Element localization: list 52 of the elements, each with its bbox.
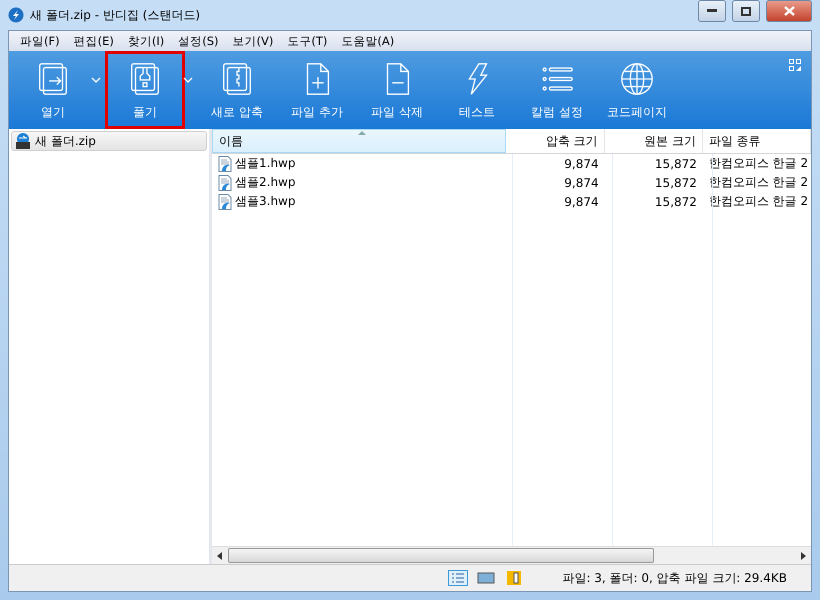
window-title: 새 폴더.zip - 반디집 (스탠더드)	[30, 6, 200, 24]
table-cell: 샘플1.hwp	[212, 154, 506, 173]
toolbar-button[interactable]: 칼럼 설정	[517, 51, 597, 129]
menu-item[interactable]: 파일(F)	[13, 34, 67, 48]
table-cell-text: 한컴오피스 한글 2	[708, 155, 810, 172]
menu-item[interactable]: 보기(V)	[226, 34, 280, 48]
table-cell-text: 9,874	[563, 174, 600, 192]
menu-item[interactable]: 편집(E)	[66, 34, 121, 48]
chevron-down-icon[interactable]	[91, 77, 101, 83]
column-header[interactable]: 이름	[212, 129, 506, 153]
table-cell-text: 15,872	[654, 156, 698, 172]
table-cell-text: 한컴오피스 한글 2	[708, 174, 810, 191]
table-cell: 샘플2.hwp	[212, 173, 506, 192]
column-header[interactable]: 압축 크기	[506, 129, 605, 153]
chevron-down-icon[interactable]	[183, 77, 193, 83]
column-header[interactable]: 원본 크기	[604, 129, 703, 153]
document-icon	[218, 174, 232, 190]
document-icon	[218, 194, 232, 210]
toolbar-button[interactable]: 풀기	[105, 51, 185, 129]
table-cell-text: 15,872	[654, 194, 698, 210]
table-cell-text: 한컴오피스 한글 2	[708, 193, 810, 210]
toolbar-button[interactable]: 파일 삭제	[357, 51, 437, 129]
menu-item[interactable]: 설정(S)	[171, 34, 226, 48]
minimize-button[interactable]	[698, 0, 726, 22]
menu-item[interactable]: 도구(T)	[280, 34, 334, 48]
image-view-icon[interactable]	[476, 570, 496, 586]
app-icon	[8, 7, 24, 23]
table-cell-text: 9,874	[563, 156, 600, 172]
table-cell: 샘플3.hwp	[212, 192, 506, 211]
zip-icon	[15, 133, 31, 149]
close-button[interactable]	[766, 0, 812, 22]
toolbar-button[interactable]: 열기	[13, 51, 93, 129]
document-icon	[218, 156, 232, 172]
maximize-icon	[741, 6, 751, 16]
details-view-icon[interactable]	[448, 570, 468, 586]
close-icon	[784, 6, 794, 16]
toolbar-button[interactable]: 파일 추가	[277, 51, 357, 129]
tree-item[interactable]: 새 폴더.zip	[11, 131, 207, 151]
table-cell-text: 9,874	[563, 194, 600, 210]
horizontal-scrollbar[interactable]	[212, 546, 811, 564]
maximize-button[interactable]	[732, 0, 760, 22]
status-text: 파일: 3, 폴더: 0, 압축 파일 크기: 29.4KB	[562, 570, 787, 586]
grid-icon[interactable]	[789, 59, 801, 71]
toolbar-button[interactable]: 코드페이지	[597, 51, 677, 129]
menu-item[interactable]: 도움말(A)	[334, 34, 402, 48]
toolbar-button[interactable]: 테스트	[437, 51, 517, 129]
table-cell-text: 15,872	[654, 174, 698, 192]
column-header[interactable]: 파일 종류	[702, 129, 811, 153]
menu-item[interactable]: 찾기(I)	[120, 34, 172, 48]
toolbar-button[interactable]: 새로 압축	[197, 51, 277, 129]
minimize-icon	[707, 9, 717, 13]
sort-arrow-icon	[358, 130, 366, 135]
